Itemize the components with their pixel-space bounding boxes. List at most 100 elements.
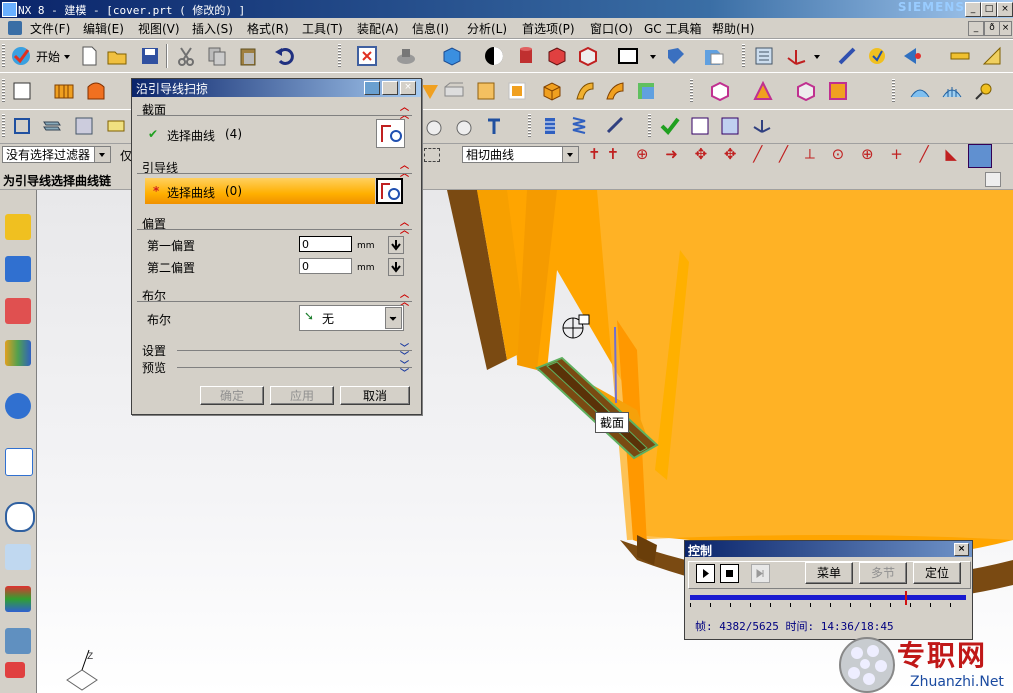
sketch-icon[interactable] bbox=[10, 79, 34, 103]
menu-window[interactable]: 窗口(O) bbox=[590, 20, 633, 37]
render-style-icon[interactable] bbox=[482, 44, 506, 68]
layer-settings-icon[interactable] bbox=[702, 44, 726, 68]
roles-tab-icon[interactable] bbox=[5, 628, 31, 654]
menu-format[interactable]: 格式(R) bbox=[247, 20, 289, 37]
cylinder-view-icon[interactable] bbox=[514, 44, 538, 68]
stop-icon[interactable] bbox=[720, 564, 739, 583]
revolve-icon[interactable] bbox=[84, 79, 108, 103]
multi-segment-button[interactable]: 多节 bbox=[859, 562, 907, 584]
wcs-orient-icon[interactable] bbox=[750, 114, 774, 138]
web-browser-tab-icon[interactable] bbox=[5, 448, 33, 476]
history-tab-icon[interactable] bbox=[5, 502, 35, 532]
apply-button[interactable]: 应用 bbox=[270, 386, 334, 405]
offset-collapse-icon[interactable]: ︿ ︿ bbox=[400, 219, 409, 236]
play-icon[interactable] bbox=[696, 564, 715, 583]
datum-plane-icon[interactable] bbox=[40, 114, 64, 138]
view-toggle-icon[interactable] bbox=[968, 144, 992, 168]
doc-close-button[interactable]: × bbox=[999, 21, 1012, 36]
thicken-icon[interactable] bbox=[603, 79, 627, 103]
block-icon[interactable] bbox=[540, 79, 564, 103]
menu-preferences[interactable]: 首选项(P) bbox=[522, 20, 575, 37]
menu-file[interactable]: 文件(F) bbox=[30, 20, 70, 37]
snap-point-icons[interactable]: ✝✝ ⊕ ➜ ✥ ✥ ╱ ╱ ⟂ ⊙ ⊕ + ╱ ◣ bbox=[588, 145, 968, 165]
system-materials-tab-icon[interactable] bbox=[5, 544, 31, 570]
part-navigator-tab-icon[interactable] bbox=[5, 298, 31, 324]
second-offset-input[interactable]: 0 bbox=[299, 258, 352, 274]
pattern-icon[interactable] bbox=[634, 79, 658, 103]
start-icon[interactable] bbox=[9, 44, 33, 68]
edge-view-icon[interactable] bbox=[576, 44, 600, 68]
system-scene-tab-icon[interactable] bbox=[5, 662, 25, 678]
drafting-icon[interactable] bbox=[980, 44, 1004, 68]
mesh-surface-icon[interactable] bbox=[940, 79, 964, 103]
menu-gc-toolbox[interactable]: GC 工具箱 bbox=[644, 20, 702, 37]
playback-progress-track[interactable] bbox=[690, 595, 966, 600]
measure-icon[interactable] bbox=[835, 44, 859, 68]
process-studio-tab-icon[interactable] bbox=[5, 586, 31, 612]
text-feature-icon[interactable] bbox=[484, 114, 508, 138]
start-button[interactable]: 开始 bbox=[36, 48, 60, 65]
menu-edit[interactable]: 编辑(E) bbox=[83, 20, 124, 37]
unite-icon[interactable] bbox=[708, 79, 732, 103]
spring-icon[interactable] bbox=[567, 114, 591, 138]
cut-icon[interactable] bbox=[174, 44, 198, 68]
guide-curve-select-icon[interactable] bbox=[376, 178, 403, 204]
menu-info[interactable]: 信息(I) bbox=[412, 20, 449, 37]
guide-collapse-icon[interactable]: ︿ ︿ bbox=[400, 162, 409, 179]
section-view-icon[interactable] bbox=[545, 44, 569, 68]
cylinder-icon[interactable] bbox=[538, 114, 562, 138]
undo-icon[interactable] bbox=[272, 44, 296, 68]
menu-assembly[interactable]: 装配(A) bbox=[357, 20, 399, 37]
menu-tools[interactable]: 工具(T) bbox=[302, 20, 343, 37]
playback-position-marker[interactable] bbox=[905, 591, 908, 605]
wcs-icon[interactable] bbox=[784, 44, 808, 68]
check-icon[interactable] bbox=[658, 114, 682, 138]
maximize-button[interactable]: □ bbox=[981, 2, 997, 17]
section-collapse-icon[interactable]: ︿ ︿ bbox=[400, 104, 409, 121]
menu-insert[interactable]: 插入(S) bbox=[192, 20, 233, 37]
trim-body-icon[interactable] bbox=[826, 79, 850, 103]
menu-view[interactable]: 视图(V) bbox=[138, 20, 180, 37]
type-filter-select[interactable]: 没有选择过滤器 bbox=[2, 146, 111, 163]
subtract-icon[interactable] bbox=[751, 79, 775, 103]
cancel-button[interactable]: 取消 bbox=[340, 386, 410, 405]
dialog-reset-button[interactable] bbox=[364, 81, 380, 95]
menu-help[interactable]: 帮助(H) bbox=[712, 20, 754, 37]
help-tab-icon[interactable] bbox=[5, 393, 31, 419]
orient-view-icon[interactable] bbox=[664, 44, 688, 68]
settings-expand-icon[interactable]: ﹀ ﹀ bbox=[400, 345, 409, 362]
preview-expand-icon[interactable]: ﹀ ﹀ bbox=[400, 362, 409, 379]
close-window-button[interactable]: × bbox=[997, 2, 1013, 17]
sweep-icon[interactable] bbox=[573, 79, 597, 103]
control-close-button[interactable]: × bbox=[954, 543, 969, 556]
surface-icon[interactable] bbox=[908, 79, 932, 103]
open-folder-icon[interactable] bbox=[105, 44, 129, 68]
status-icon[interactable] bbox=[985, 172, 1001, 187]
settings-group-header[interactable]: 设置 bbox=[142, 342, 166, 359]
assembly-navigator-icon[interactable] bbox=[752, 44, 776, 68]
dialog-menu-button[interactable] bbox=[382, 81, 398, 95]
rotate-view-icon[interactable] bbox=[394, 44, 418, 68]
shaded-view-icon[interactable] bbox=[440, 44, 464, 68]
feature-group-icon[interactable] bbox=[72, 114, 96, 138]
menu-button[interactable]: 菜单 bbox=[805, 562, 853, 584]
wrap-icon[interactable] bbox=[422, 114, 446, 138]
curve-rule-select[interactable]: 相切曲线 bbox=[462, 146, 579, 163]
spreadsheet-icon[interactable] bbox=[718, 114, 742, 138]
minimize-button[interactable]: _ bbox=[965, 2, 981, 17]
motion-icon[interactable] bbox=[900, 44, 924, 68]
paste-icon[interactable] bbox=[236, 44, 260, 68]
selection-box-icon[interactable] bbox=[424, 148, 440, 162]
menu-analysis[interactable]: 分析(L) bbox=[467, 20, 507, 37]
dimension-icon[interactable] bbox=[948, 44, 972, 68]
locate-button[interactable]: 定位 bbox=[913, 562, 961, 584]
preview-group-header[interactable]: 预览 bbox=[142, 359, 166, 376]
background-color-icon[interactable] bbox=[616, 44, 640, 68]
section-curve-select-icon[interactable] bbox=[376, 119, 405, 148]
first-offset-spin-button[interactable] bbox=[388, 236, 404, 254]
guide-select-row[interactable]: * 选择曲线 (0) bbox=[145, 178, 375, 204]
curve-tool-icon[interactable] bbox=[972, 79, 996, 103]
document-icon[interactable] bbox=[8, 21, 22, 35]
chamfer-icon[interactable] bbox=[442, 79, 466, 103]
shell-icon[interactable] bbox=[505, 79, 529, 103]
